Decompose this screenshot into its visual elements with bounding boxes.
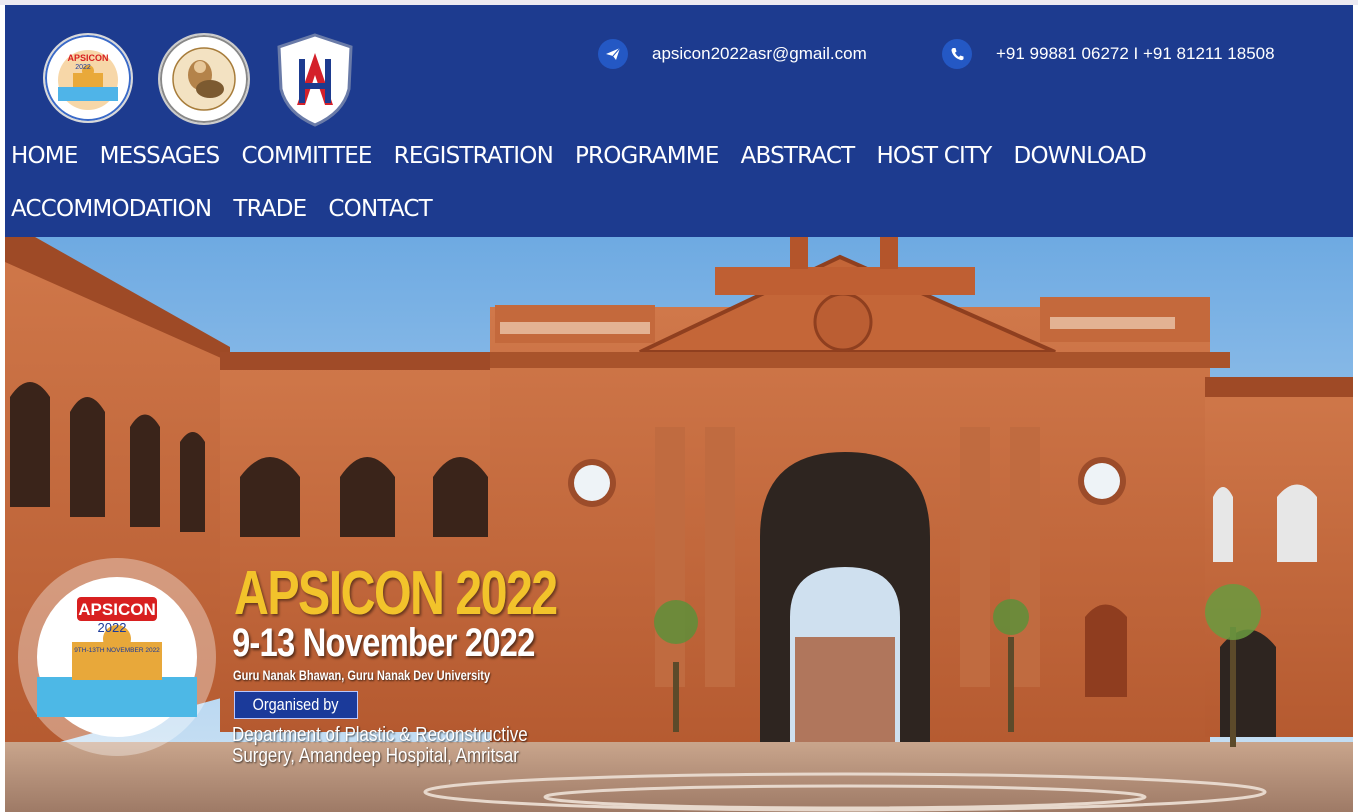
event-title: APSICON 2022: [234, 559, 558, 628]
envelope-icon: [598, 39, 628, 69]
svg-text:APSICON: APSICON: [78, 600, 155, 619]
nav-accommodation[interactable]: ACCOMMODATION: [11, 196, 212, 222]
nav-abstract[interactable]: ABSTRACT: [741, 143, 856, 169]
nav-host-city[interactable]: HOST CITY: [876, 143, 992, 169]
nav-programme[interactable]: PROGRAMME: [575, 143, 719, 169]
site-header: APSICON 2022 apsicon2022asr@gmail.com +9…: [5, 5, 1353, 237]
organiser-department: Department of Plastic & Reconstructive S…: [232, 725, 528, 767]
svg-text:9TH-13TH NOVEMBER 2022: 9TH-13TH NOVEMBER 2022: [74, 647, 160, 654]
organised-by-badge: Organised by: [234, 691, 358, 719]
event-dates: 9-13 November 2022: [232, 621, 535, 665]
organiser-line-1: Department of Plastic & Reconstructive: [232, 724, 528, 746]
apsicon-logo[interactable]: APSICON 2022: [43, 33, 133, 123]
heritage-building-image: [5, 237, 1353, 812]
nav-registration[interactable]: REGISTRATION: [394, 143, 554, 169]
phone-icon: [942, 39, 972, 69]
association-seal-logo[interactable]: [158, 33, 250, 125]
nav-download[interactable]: DOWNLOAD: [1014, 143, 1147, 169]
main-nav: HOME MESSAGES COMMITTEE REGISTRATION PRO…: [11, 143, 1331, 222]
svg-text:2022: 2022: [98, 620, 127, 635]
nav-trade[interactable]: TRADE: [233, 196, 307, 222]
phone-contact[interactable]: +91 99881 06272 I +91 81211 18508: [942, 39, 1275, 69]
organiser-line-2: Surgery, Amandeep Hospital, Amritsar: [232, 745, 519, 767]
nav-contact[interactable]: CONTACT: [328, 196, 432, 222]
nav-messages[interactable]: MESSAGES: [100, 143, 221, 169]
apsicon-badge-logo: APSICON 2022 9TH-13TH NOVEMBER 2022: [17, 557, 217, 757]
nav-home[interactable]: HOME: [11, 143, 78, 169]
email-text[interactable]: apsicon2022asr@gmail.com: [652, 44, 867, 64]
svg-text:APSICON: APSICON: [67, 53, 108, 63]
phone-text[interactable]: +91 99881 06272 I +91 81211 18508: [996, 44, 1275, 64]
nav-committee[interactable]: COMMITTEE: [241, 143, 372, 169]
hospital-shield-logo[interactable]: [275, 33, 355, 127]
svg-text:2022: 2022: [75, 64, 91, 71]
event-venue: Guru Nanak Bhawan, Guru Nanak Dev Univer…: [233, 668, 491, 683]
hero-banner: APSICON 2022 9TH-13TH NOVEMBER 2022 APSI…: [5, 237, 1353, 812]
email-contact[interactable]: apsicon2022asr@gmail.com: [598, 39, 867, 69]
